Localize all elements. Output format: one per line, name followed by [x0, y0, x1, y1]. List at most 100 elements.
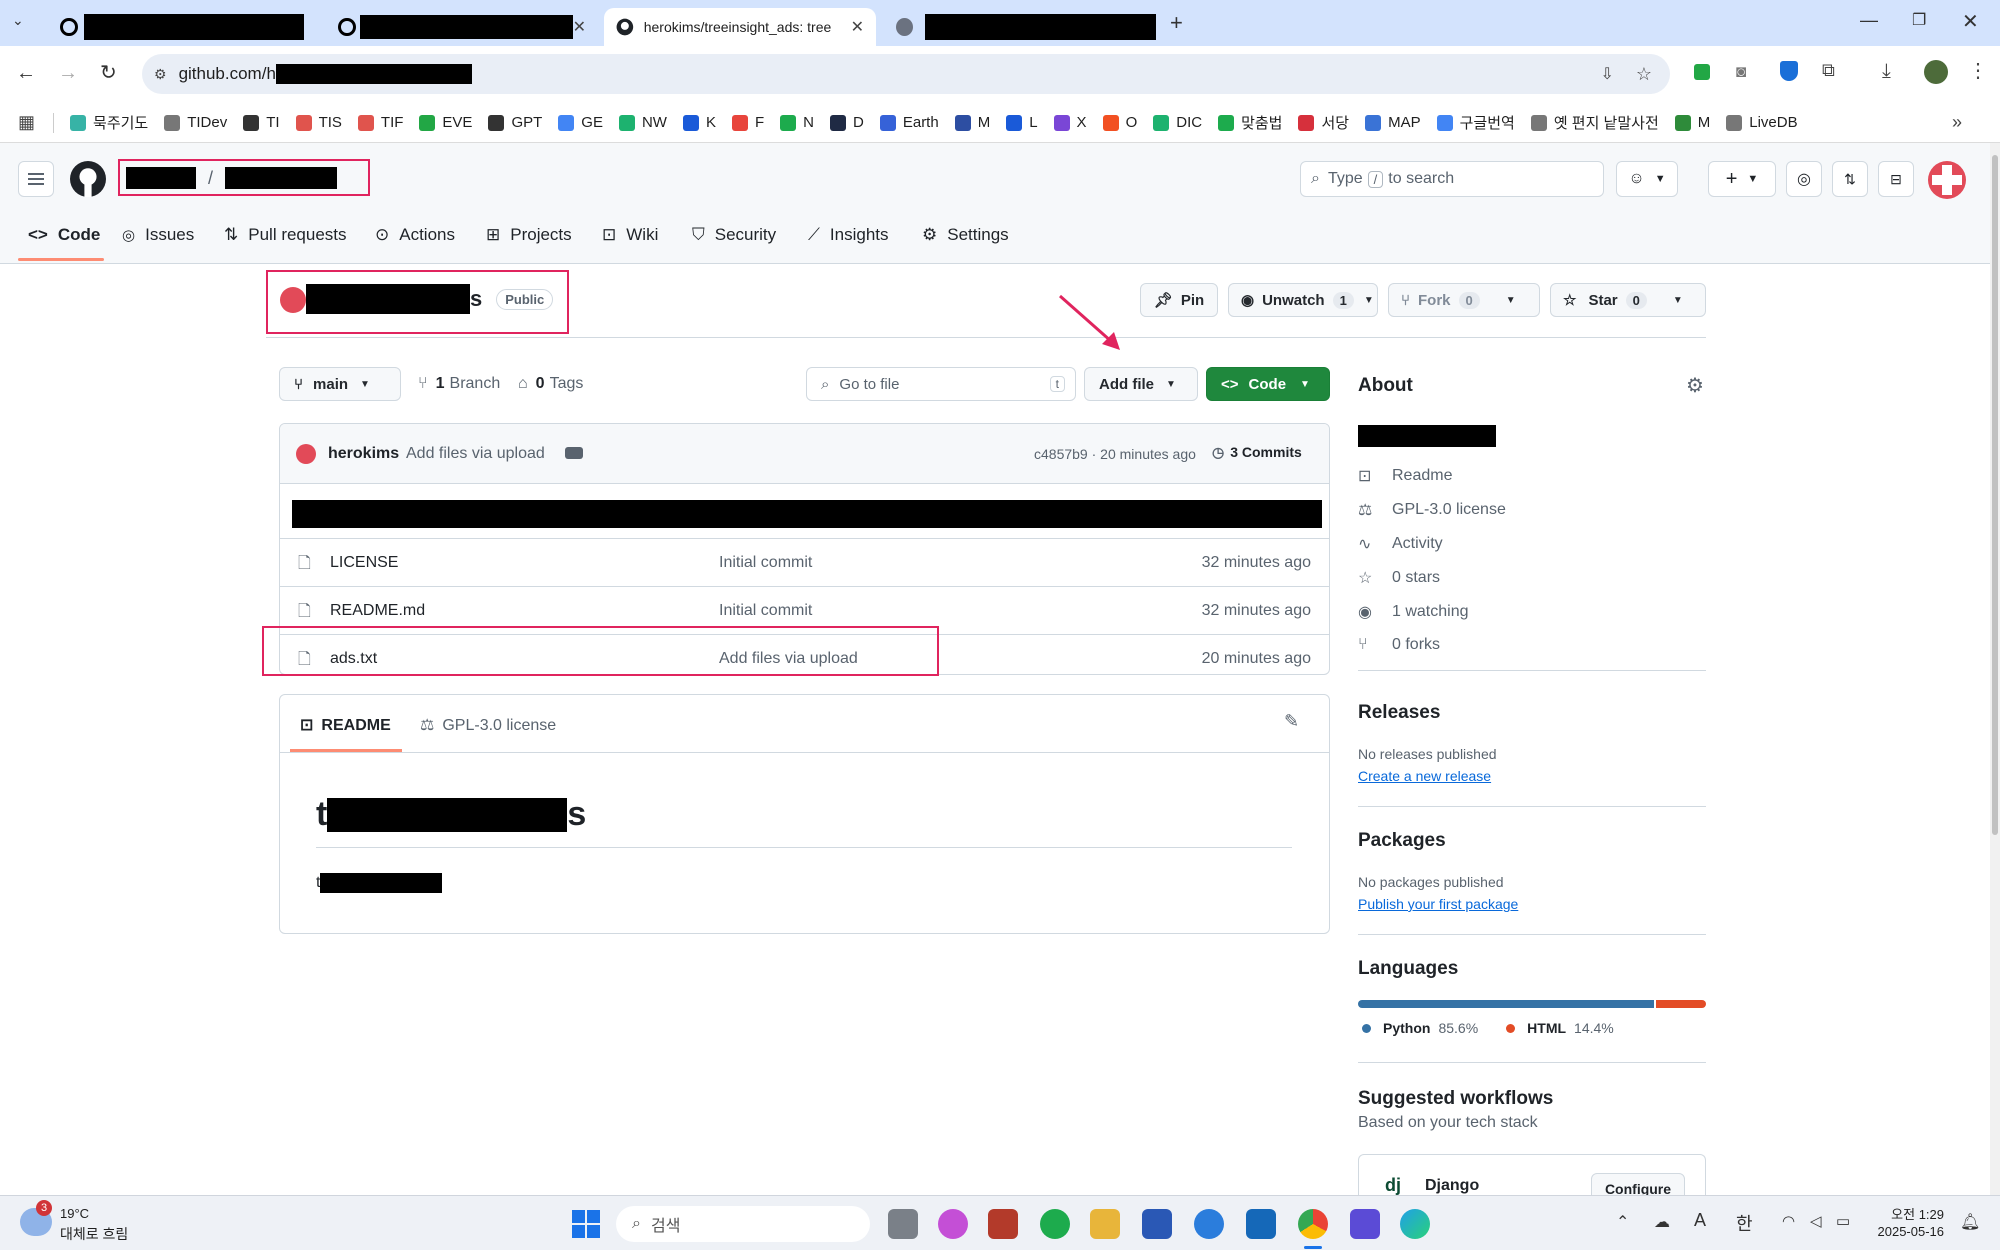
inbox-button[interactable]: ⊟ — [1878, 161, 1914, 197]
tab-projects[interactable]: ⊞ Projects — [486, 225, 572, 245]
create-release-link[interactable]: Create a new release — [1358, 768, 1491, 784]
file-commit-message[interactable]: Initial commit — [719, 554, 812, 572]
tray-chevron-up-icon[interactable]: ⌃ — [1616, 1212, 1629, 1232]
bookmark-item[interactable]: GE — [558, 114, 603, 131]
notification-bell-icon[interactable]: 🔔︎ — [1960, 1212, 1980, 1232]
language-bar-segment[interactable] — [1656, 1000, 1706, 1008]
bookmark-item[interactable]: TIS — [295, 114, 342, 131]
about-item[interactable]: ◉ 1 watching — [1358, 602, 1469, 622]
bookmark-item[interactable]: 구글번역 — [1436, 112, 1515, 133]
bookmark-item[interactable]: Earth — [879, 114, 939, 131]
temperature-text[interactable]: 19°C — [60, 1206, 89, 1221]
apps-grid-icon[interactable]: ▦ — [18, 112, 35, 133]
bookmark-item[interactable]: TIDev — [164, 114, 227, 131]
install-app-icon[interactable]: ⇩ — [1600, 64, 1613, 84]
user-avatar[interactable] — [1928, 161, 1966, 199]
browser-tab-4[interactable] — [884, 8, 1168, 46]
bookmark-item[interactable]: EVE — [419, 114, 472, 131]
wifi-icon[interactable]: ◠ — [1782, 1212, 1795, 1230]
go-to-file-input[interactable]: ⌕ Go to file t — [806, 367, 1076, 401]
bookmark-item[interactable]: F — [731, 114, 764, 131]
about-item[interactable]: ⑂ 0 forks — [1358, 636, 1440, 654]
commit-message[interactable]: Add files via upload — [406, 445, 545, 463]
extensions-puzzle-icon[interactable]: ⧉ — [1822, 60, 1835, 81]
bookmark-item[interactable]: M — [1674, 114, 1710, 131]
clock-time[interactable]: 오전 1:29 — [1874, 1204, 1944, 1223]
shield-extension-icon[interactable] — [1780, 61, 1798, 81]
tab-search-icon[interactable]: ⌄ — [12, 12, 24, 29]
browser-tab-active[interactable]: herokims/treeinsight_ads: tree ✕ — [604, 8, 876, 46]
tab-issues[interactable]: ◎ Issues — [122, 225, 194, 245]
releases-title[interactable]: Releases — [1358, 702, 1440, 724]
branch-selector[interactable]: ⑂ main ▼ — [279, 367, 401, 401]
commit-details-ellipsis-icon[interactable] — [565, 447, 583, 459]
edge-icon[interactable] — [1400, 1209, 1430, 1239]
redacted-repo-name[interactable] — [225, 167, 338, 189]
omnibox[interactable]: ⚙ github.com/h ⇩ ☆ — [142, 54, 1670, 94]
global-search-input[interactable]: ⌕ Type / to search — [1300, 161, 1604, 197]
tab-settings[interactable]: ⚙ Settings — [922, 225, 1009, 245]
bookmark-item[interactable]: 서당 — [1298, 112, 1349, 133]
bookmark-item[interactable]: O — [1102, 114, 1137, 131]
code-button[interactable]: <> Code ▼ — [1206, 367, 1330, 401]
clock-date[interactable]: 2025-05-16 — [1874, 1224, 1945, 1239]
chevron-down-icon[interactable]: ▼ — [1364, 295, 1374, 306]
commit-hash[interactable]: c4857b9 — [1034, 446, 1088, 462]
bookmark-item[interactable]: NW — [618, 114, 667, 131]
table-row[interactable]: 🗋︎ LICENSE Initial commit 32 minutes ago — [280, 538, 1329, 586]
close-tab-icon[interactable]: ✕ — [573, 17, 586, 37]
tags-link[interactable]: ⌂ 0 Tags — [518, 375, 583, 393]
edit-pencil-icon[interactable]: ✎ — [1284, 711, 1299, 732]
tab-pull-requests[interactable]: ⇅ Pull requests — [224, 225, 347, 245]
windows-start-icon[interactable] — [572, 1210, 600, 1238]
battery-icon[interactable]: ▭ — [1836, 1212, 1850, 1230]
task-view-icon[interactable] — [888, 1209, 918, 1239]
bookmark-item[interactable]: DIC — [1153, 114, 1202, 131]
file-name[interactable]: README.md — [330, 602, 425, 620]
tab-wiki[interactable]: ⊡ Wiki — [602, 225, 658, 245]
app-teal-icon[interactable] — [1246, 1209, 1276, 1239]
file-explorer-icon[interactable] — [1090, 1209, 1120, 1239]
copilot-app-icon[interactable] — [938, 1209, 968, 1239]
close-window-icon[interactable]: ✕ — [1962, 9, 1979, 34]
file-commit-message[interactable]: Initial commit — [719, 602, 812, 620]
page-scrollbar[interactable] — [1990, 143, 2000, 1195]
chrome-icon[interactable] — [1298, 1209, 1328, 1239]
bookmark-item[interactable]: TI — [243, 114, 280, 131]
tab-readme[interactable]: ⊡ README — [300, 715, 391, 735]
menu-kebab-icon[interactable]: ⋮ — [1968, 58, 1988, 83]
ime-language-indicator[interactable]: 한 — [1736, 1210, 1753, 1236]
packages-title[interactable]: Packages — [1358, 830, 1446, 852]
bookmark-item[interactable]: GPT — [488, 114, 542, 131]
back-arrow-icon[interactable]: ← — [16, 62, 36, 85]
bookmark-item[interactable]: L — [1006, 114, 1038, 131]
github-logo-icon[interactable] — [70, 161, 106, 197]
bookmark-item[interactable]: MAP — [1365, 114, 1421, 131]
bookmark-item[interactable]: D — [830, 114, 864, 131]
about-item[interactable]: ∿ Activity — [1358, 534, 1443, 554]
more-bookmarks-icon[interactable]: » — [1952, 112, 1962, 133]
close-tab-icon[interactable]: ✕ — [851, 17, 864, 37]
publish-package-link[interactable]: Publish your first package — [1358, 896, 1518, 912]
tab-code[interactable]: <> Code — [28, 225, 100, 245]
about-item[interactable]: ⊡ Readme — [1358, 466, 1452, 486]
new-tab-button[interactable]: + — [1170, 10, 1183, 36]
about-item[interactable]: ☆ 0 stars — [1358, 568, 1440, 588]
reload-icon[interactable]: ↻ — [100, 60, 117, 85]
onedrive-icon[interactable]: ☁ — [1654, 1212, 1670, 1232]
tab-security[interactable]: ⛉ Security — [692, 225, 776, 245]
language-legend-item[interactable]: Python 85.6% — [1362, 1020, 1478, 1036]
bookmark-item[interactable]: 묵주기도 — [70, 112, 148, 133]
unwatch-button[interactable]: ◉ Unwatch 1 ▼ — [1228, 283, 1378, 317]
app-co-icon[interactable] — [1350, 1209, 1380, 1239]
browser-tab-2[interactable]: ✕ — [326, 8, 598, 46]
star-button[interactable]: ☆ Star 0 ▼ — [1550, 283, 1706, 317]
scrollbar-thumb[interactable] — [1992, 155, 1998, 835]
restore-icon[interactable]: ❐ — [1912, 10, 1926, 30]
bookmark-item[interactable]: TIF — [357, 114, 403, 131]
bookmark-item[interactable]: 맞춤법 — [1218, 112, 1282, 133]
bookmark-star-icon[interactable]: ☆ — [1636, 64, 1652, 85]
about-item[interactable]: ⚖ GPL-3.0 license — [1358, 500, 1506, 520]
weather-text[interactable]: 대체로 흐림 — [60, 1224, 128, 1244]
configure-button[interactable]: Configure — [1591, 1173, 1685, 1195]
